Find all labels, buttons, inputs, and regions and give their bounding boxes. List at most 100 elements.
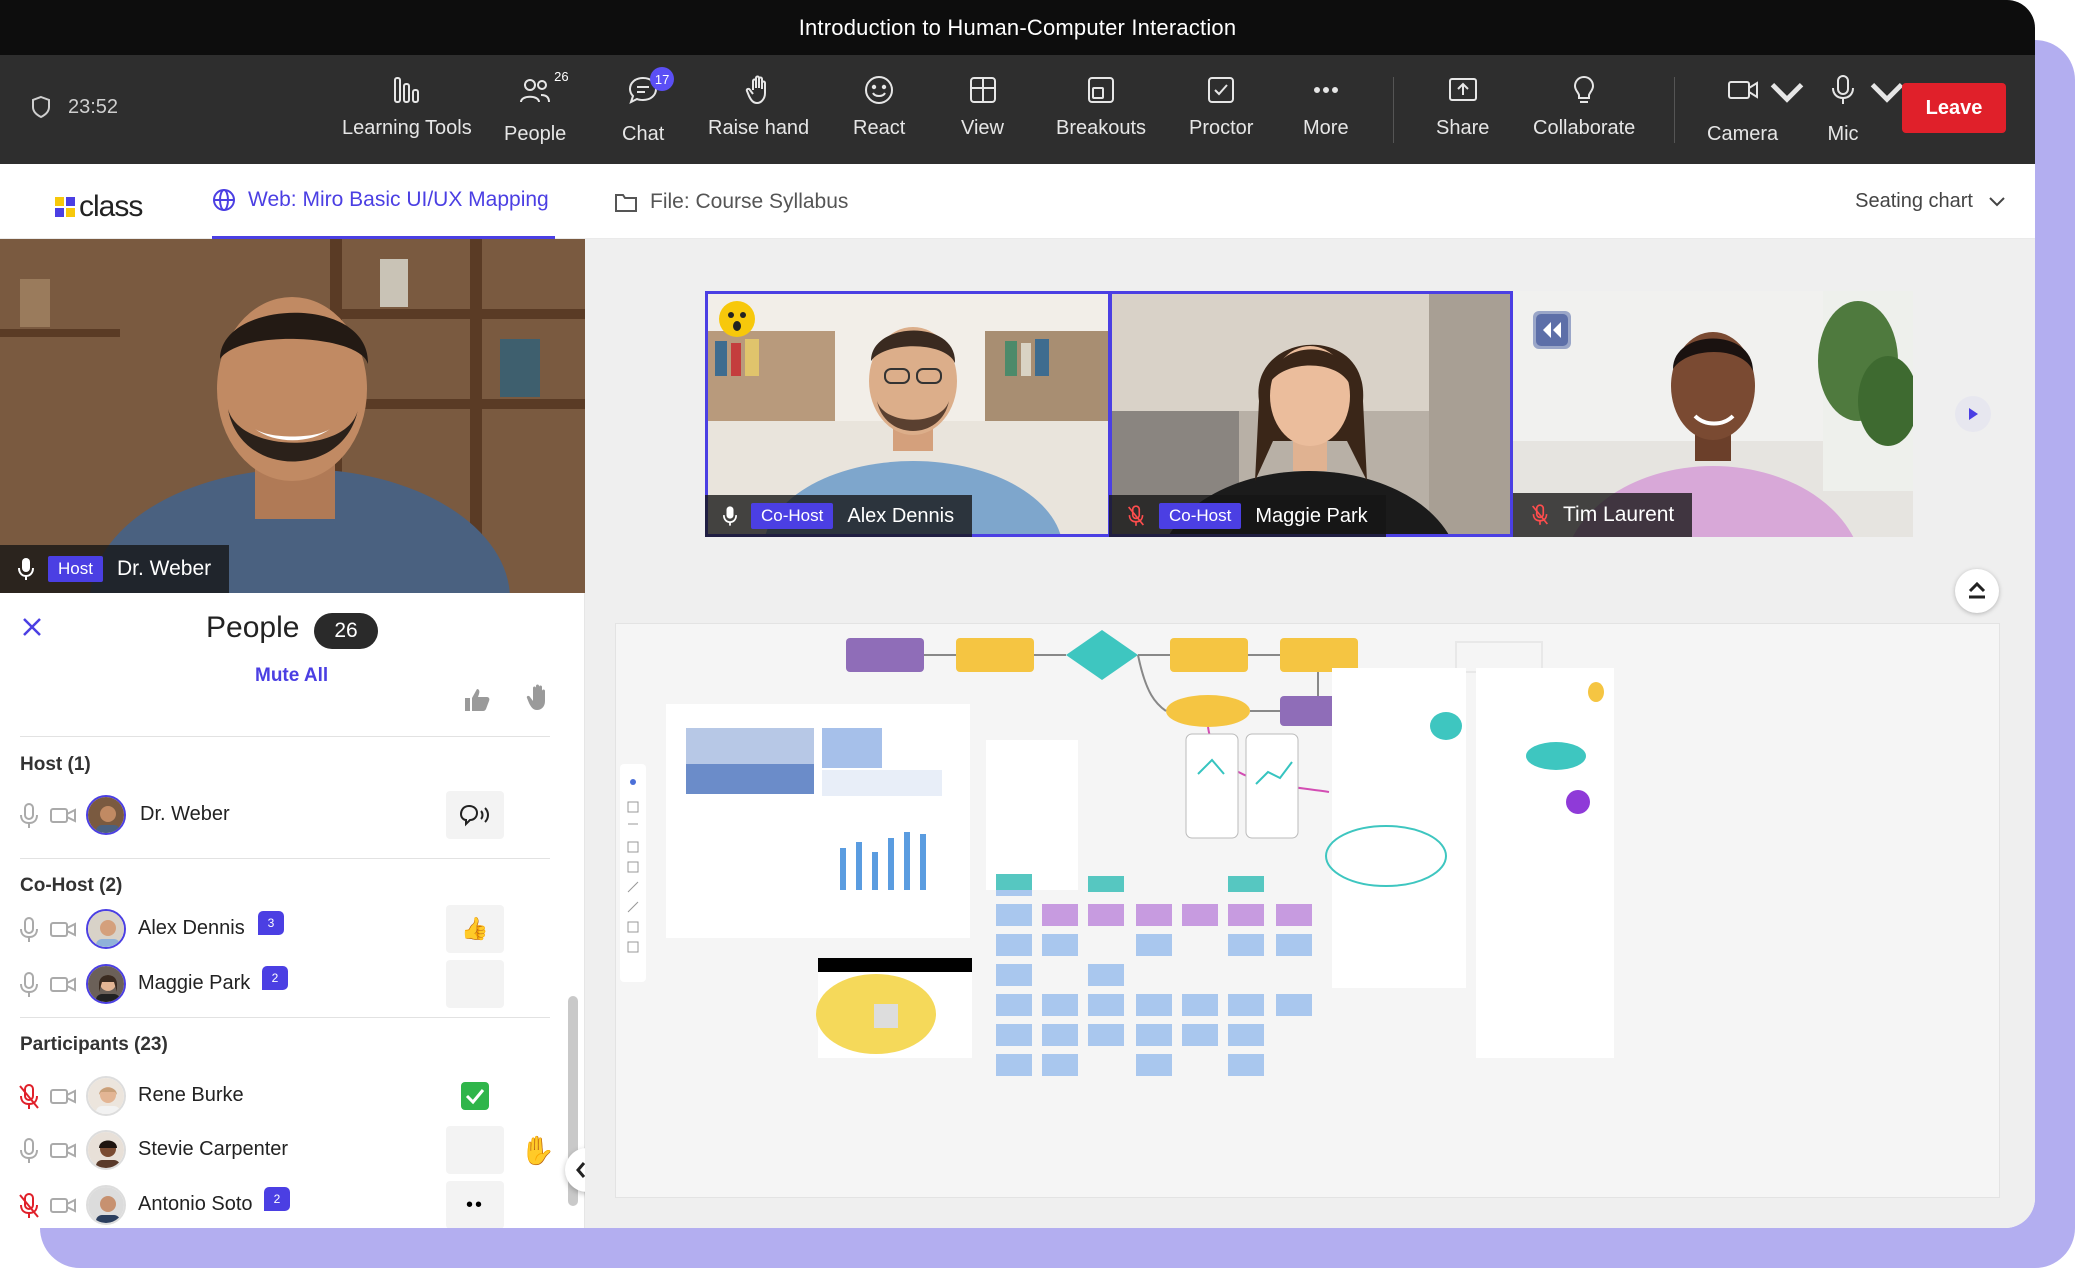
mic-muted-icon [1532,504,1548,525]
more-button[interactable]: More [1303,73,1349,140]
hand-icon[interactable] [526,683,552,711]
camera-icon[interactable] [50,1195,76,1215]
next-videos-button[interactable] [1955,396,1991,432]
folder-icon [615,193,637,212]
mic-muted-icon[interactable] [18,1084,40,1110]
speaking-indicator [446,791,504,839]
close-icon[interactable] [20,615,44,639]
thumbs-up-icon[interactable] [463,687,491,713]
mic-icon [1832,75,1854,104]
proctor-label: Proctor [1189,117,1254,139]
avatar [86,964,126,1004]
chevron-down-icon[interactable] [1870,75,1904,109]
person-name: Stevie Carpenter [138,1138,289,1160]
reaction-box [446,1072,504,1120]
whiteboard-canvas [616,624,1999,1197]
host-video-tile[interactable]: Host Dr. Weber [0,239,585,593]
participants-section-header: Participants (23) [20,1034,168,1055]
raise-hand-button[interactable]: Raise hand [708,73,809,140]
chevron-up-icon [1968,581,1986,599]
camera-icon [1727,81,1758,99]
surprised-emoji-icon [719,301,755,337]
camera-icon[interactable] [50,974,76,994]
tab-web-label: Web: Miro Basic UI/UX Mapping [248,188,549,211]
video-strip: Co-Host Alex Dennis Co-Host Maggie Park … [585,239,2035,593]
mic-muted-icon[interactable] [18,1193,40,1219]
check-icon [461,1082,489,1110]
tab-file-syllabus[interactable]: File: Course Syllabus [614,164,848,239]
class-logo: class [55,190,143,224]
camera-icon[interactable] [50,805,76,825]
leave-button[interactable]: Leave [1902,83,2006,133]
video-namebar: Tim Laurent [1513,493,1693,537]
chat-button[interactable]: 17 Chat [622,67,675,146]
react-button[interactable]: React [853,73,905,140]
people-row-participant[interactable]: Rene Burke [0,1070,560,1122]
camera-icon[interactable] [50,1086,76,1106]
shield-icon [32,95,50,119]
people-row-cohost[interactable]: Maggie Park 2 [0,958,560,1010]
person-name: Maggie Park [138,972,251,994]
proctor-button[interactable]: Proctor [1189,73,1253,140]
chevron-down-icon[interactable] [1770,75,1804,109]
camera-button[interactable]: Camera [1707,73,1803,146]
smile-icon [865,76,894,104]
window-title: Introduction to Human-Computer Interacti… [0,0,2035,55]
react-label: React [853,117,906,139]
mic-icon[interactable] [18,803,40,829]
cohost-section-header: Co-Host (2) [20,875,123,896]
camera-icon[interactable] [50,919,76,939]
mic-button[interactable]: Mic [1826,73,1904,146]
raise-hand-label: Raise hand [708,117,810,139]
people-button[interactable]: 26 People [504,69,569,146]
seating-chart-dropdown[interactable]: Seating chart [1855,164,2005,239]
chat-unread-badge: 17 [650,67,675,91]
view-button[interactable]: View [961,73,1004,140]
chevron-down-icon [1989,196,2005,206]
view-icon [969,77,996,103]
learning-tools-button[interactable]: Learning Tools [342,73,472,140]
host-section-header: Host (1) [20,754,91,775]
eyes-icon: •• [465,1193,484,1216]
hand-icon [745,75,766,105]
people-count: 26 [554,69,569,84]
people-row-cohost[interactable]: Alex Dennis 3 👍 [0,903,560,955]
avatar [86,909,126,949]
mic-icon[interactable] [18,972,40,998]
breakouts-button[interactable]: Breakouts [1056,73,1146,140]
toolbar-divider [1674,77,1675,143]
video-tile-maggie-park[interactable]: Co-Host Maggie Park [1109,291,1513,537]
chat-count-badge[interactable]: 2 [262,966,288,990]
mic-icon[interactable] [18,917,40,943]
host-video-name: Dr. Weber [116,557,212,580]
video-tile-alex-dennis[interactable]: Co-Host Alex Dennis [705,291,1111,537]
content-tabbar: class Web: Miro Basic UI/UX Mapping File… [0,164,2035,239]
toolbar: 23:52 Learning Tools 26 People 17 Chat R… [0,55,2035,164]
chat-count-badge[interactable]: 3 [258,911,284,935]
person-name: Dr. Weber [140,803,230,825]
chat-count-badge[interactable]: 2 [264,1187,290,1211]
share-button[interactable]: Share [1436,73,1489,140]
video-tile-tim-laurent[interactable]: Tim Laurent [1513,291,1913,537]
mic-icon[interactable] [18,1138,40,1164]
camera-icon[interactable] [50,1140,76,1160]
reaction-box [446,1126,504,1174]
video-name: Tim Laurent [1563,503,1675,526]
tab-file-label: File: Course Syllabus [650,189,849,213]
miro-whiteboard[interactable] [615,623,2000,1198]
timer-text: 23:52 [68,95,119,118]
avatar [86,1130,126,1170]
people-title: People [206,611,300,644]
people-row-host[interactable]: Dr. Weber [0,789,560,841]
raised-hand-icon: ✋ [520,1135,555,1166]
mic-muted-icon [1128,505,1144,526]
collapse-videos-button[interactable] [1955,569,1999,613]
mic-icon [723,506,737,526]
collaborate-button[interactable]: Collaborate [1533,73,1635,140]
logo-text: class [79,190,143,223]
mute-all-button[interactable]: Mute All [255,665,328,687]
reaction-box: 👍 [446,905,504,953]
people-row-participant[interactable]: Stevie Carpenter ✋ [0,1124,560,1176]
people-row-participant[interactable]: Antonio Soto 2 •• [0,1179,560,1228]
tab-web-miro[interactable]: Web: Miro Basic UI/UX Mapping [212,164,555,239]
